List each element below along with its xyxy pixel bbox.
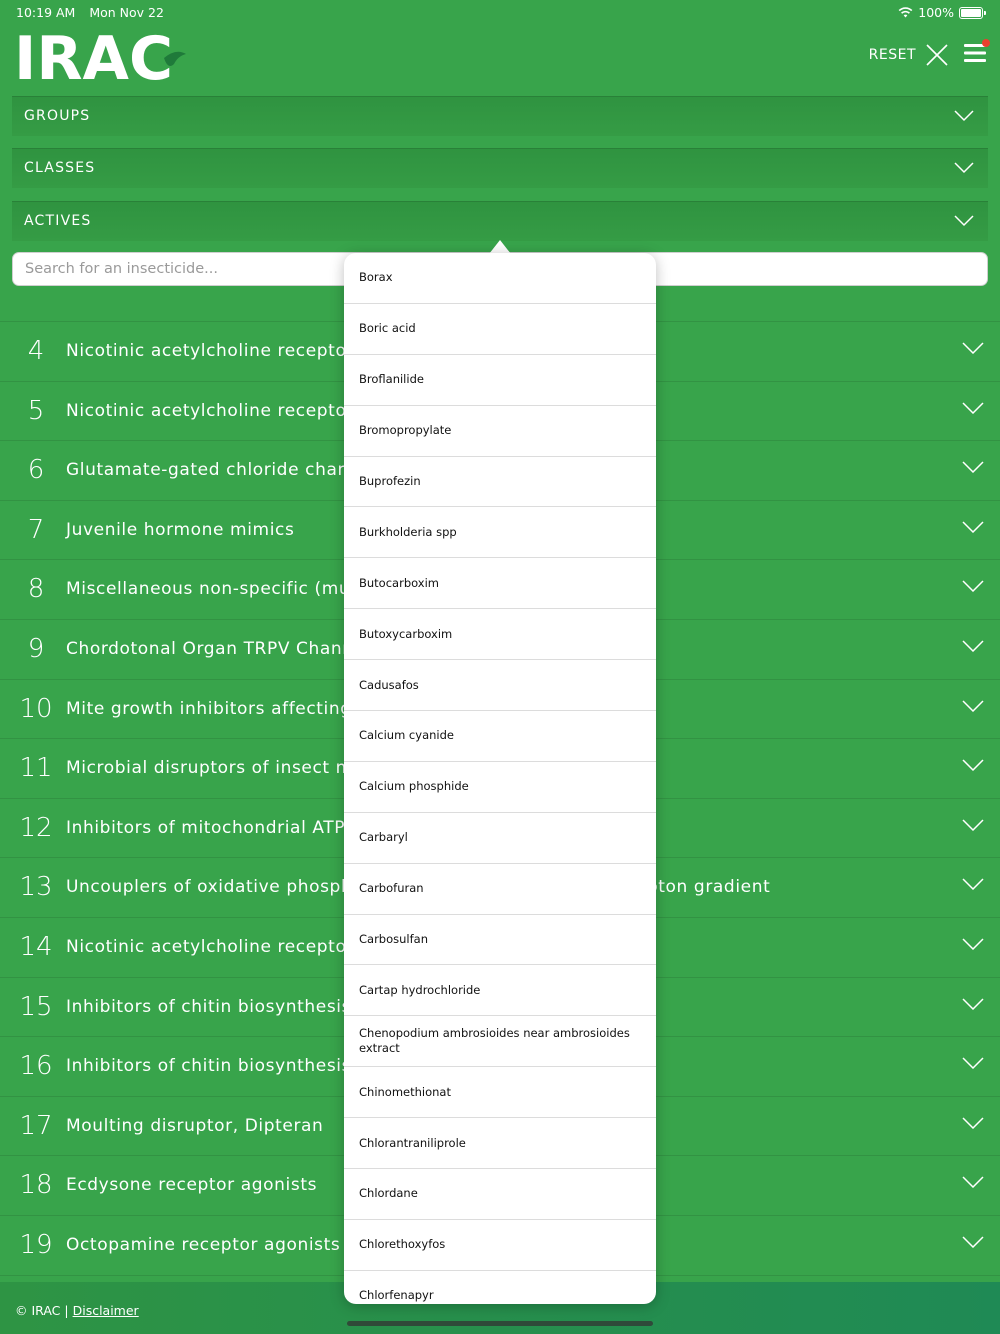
active-option[interactable]: Chlorantraniliprole [344,1118,656,1170]
group-number: 8 [27,574,45,605]
chevron-down-icon [962,461,984,474]
filter-classes[interactable]: CLASSES [12,148,988,188]
group-title: Microbial disruptors of insect mid [66,758,370,779]
group-title: Inhibitors of mitochondrial ATP syn [66,817,383,838]
group-number: 5 [27,395,45,426]
group-title: Nicotinic acetylcholine receptor (n [66,937,379,957]
group-number: 12 [19,812,53,843]
chevron-down-icon [962,1117,984,1129]
active-option[interactable]: Cartap hydrochloride [344,965,656,1017]
home-indicator[interactable] [347,1321,653,1326]
group-title: Glutamate-gated chloride channe [66,460,372,481]
group-number: 11 [19,753,53,784]
group-number: 7 [27,514,45,545]
filter-groups[interactable]: GROUPS [12,96,988,136]
group-title: Inhibitors of chitin biosynthesis, ty [66,1056,381,1077]
status-time: 10:19 AM [16,5,76,20]
hamburger-menu-icon [964,44,986,62]
active-option[interactable]: Burkholderia spp [344,507,656,559]
group-title: Miscellaneous non-specific (mult [66,579,363,600]
chevron-down-icon [954,162,974,174]
group-title: Mite growth inhibitors affecting CH [66,698,384,719]
group-title: Inhibitors of chitin biosynthesis af [66,996,375,1017]
group-number: 4 [27,336,45,366]
active-option[interactable]: Chinomethionat [344,1067,656,1119]
filter-actives[interactable]: ACTIVES [12,201,988,241]
status-date: Mon Nov 22 [89,5,164,20]
filter-label: GROUPS [24,108,91,124]
chevron-down-icon [962,878,984,891]
chevron-down-icon [954,215,974,227]
filter-label: CLASSES [24,160,96,176]
group-title: Nicotinic acetylcholine receptor (n [66,341,379,361]
group-number: 17 [19,1110,53,1141]
active-option[interactable]: Carbofuran [344,864,656,915]
active-option[interactable]: Buprofezin [344,457,656,508]
copyright-text: © IRAC [15,1303,61,1318]
active-option[interactable]: Chlorethoxyfos [344,1220,656,1271]
battery-icon [959,6,983,19]
group-title: Nicotinic acetylcholine receptor (n [66,400,379,421]
actives-dropdown: Borax Boric acid Broflanilide Bromopropy… [344,253,656,1304]
chevron-down-icon [962,521,984,533]
active-option[interactable]: Butoxycarboxim [344,609,656,661]
active-option[interactable]: Chenopodium ambrosioides near ambrosioid… [344,1016,656,1068]
active-option[interactable]: Cadusafos [344,660,656,712]
header-actions: RESET [869,39,990,66]
chevron-down-icon [962,402,984,414]
chevron-down-icon [962,700,984,712]
footer-separator: | [64,1303,69,1318]
active-option[interactable]: Carbaryl [344,813,656,864]
group-title: Juvenile hormone mimics [66,519,295,540]
chevron-down-icon [962,580,984,593]
battery-percent: 100% [918,5,954,20]
irac-logo[interactable]: IRAC [14,24,189,94]
group-number: 14 [19,932,53,962]
close-icon[interactable] [926,44,948,66]
group-title: Chordotonal Organ TRPV Channel M [66,639,392,659]
logo-text: IRAC [14,28,173,84]
active-option[interactable]: Chlordane [344,1169,656,1220]
notification-dot [982,39,990,47]
group-number: 18 [19,1170,53,1201]
group-number: 6 [27,455,45,486]
chevron-down-icon [962,998,984,1010]
active-option[interactable]: Calcium phosphide [344,762,656,813]
chevron-down-icon [954,110,974,122]
popover-arrow [489,240,511,254]
disclaimer-link[interactable]: Disclaimer [73,1303,139,1318]
chevron-down-icon [962,342,984,354]
active-option[interactable]: Broflanilide [344,355,656,406]
chevron-down-icon [962,640,984,652]
reset-button[interactable]: RESET [869,47,916,63]
group-number: 3 [16,302,56,306]
group-number: 9 [27,634,45,664]
group-number: 16 [19,1051,53,1082]
filter-label: ACTIVES [24,213,92,229]
group-number: 15 [19,991,53,1022]
chevron-down-icon [962,938,984,950]
active-option[interactable]: Borax [344,253,656,304]
status-bar: 10:19 AM Mon Nov 22 100% [0,0,1000,24]
group-number: 19 [19,1230,53,1260]
menu-button[interactable] [964,39,990,66]
group-number: 13 [19,872,53,903]
chevron-down-icon [962,1236,984,1248]
chevron-down-icon [962,1057,984,1070]
group-title: Moulting disruptor, Dipteran [66,1115,324,1136]
group-title: Octopamine receptor agonists [66,1235,341,1255]
wifi-icon [898,7,913,18]
active-option[interactable]: Carbosulfan [344,915,656,966]
active-option[interactable]: Bromopropylate [344,406,656,457]
chevron-down-icon [962,819,984,831]
group-title: Ecdysone receptor agonists [66,1175,318,1196]
active-option[interactable]: Calcium cyanide [344,711,656,762]
group-number: 10 [19,693,53,724]
chevron-down-icon [962,759,984,772]
active-option[interactable]: Boric acid [344,304,656,355]
chevron-down-icon [962,1176,984,1189]
active-option[interactable]: Butocarboxim [344,558,656,610]
active-option[interactable]: Chlorfenapyr [344,1271,656,1304]
